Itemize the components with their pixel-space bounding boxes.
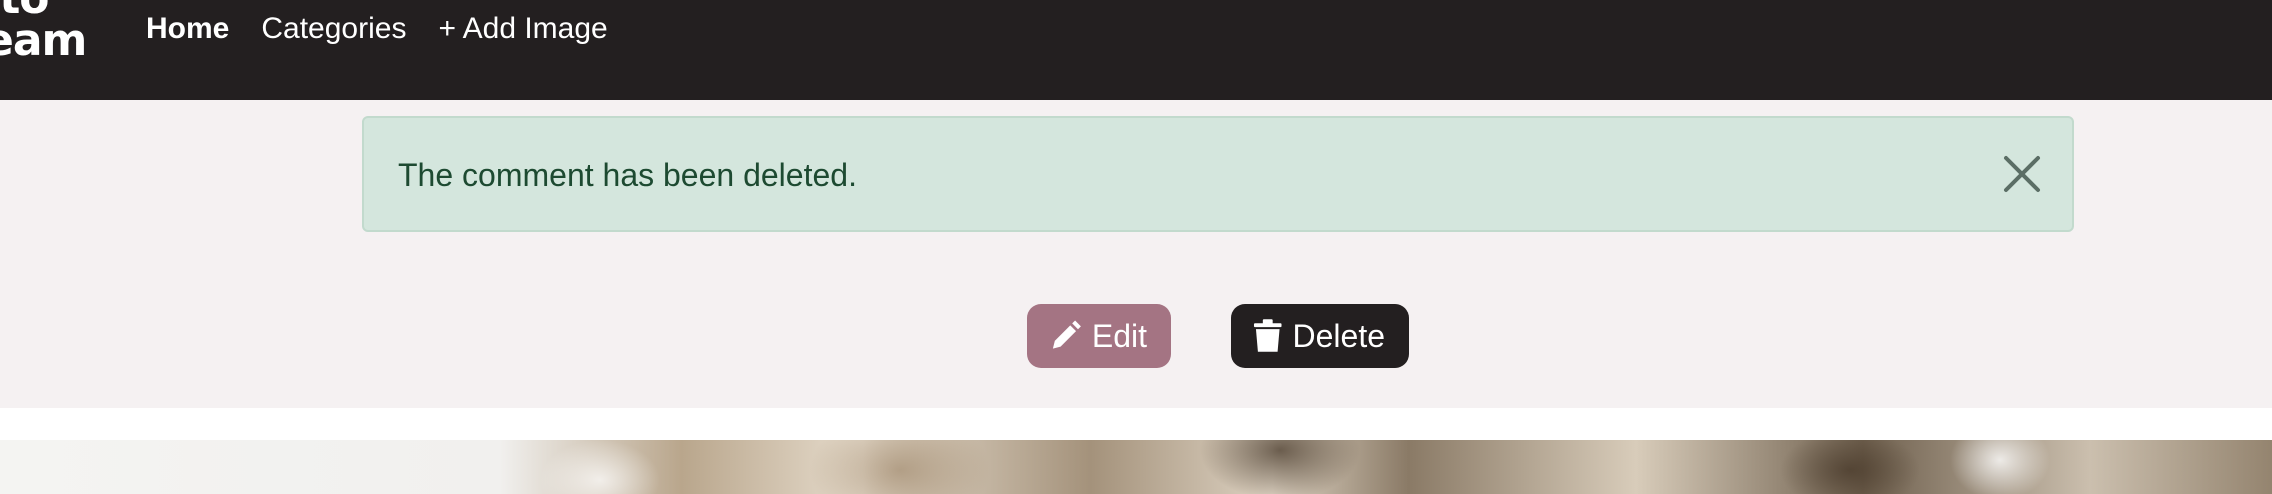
edit-button[interactable]: Edit <box>1027 304 1171 368</box>
alert-message: The comment has been deleted. <box>398 157 857 193</box>
delete-button[interactable]: Delete <box>1231 304 1409 368</box>
pencil-icon <box>1052 320 1081 349</box>
nav-link-home[interactable]: Home <box>146 8 229 50</box>
post-image <box>0 440 2272 494</box>
nav-link-add-image[interactable]: + Add Image <box>438 8 607 50</box>
nav-link-categories[interactable]: Categories <box>261 8 406 50</box>
logo-line-2: eam <box>0 15 87 66</box>
delete-button-label: Delete <box>1292 317 1386 354</box>
success-alert: The comment has been deleted. <box>362 116 2074 232</box>
close-icon[interactable] <box>2002 154 2042 194</box>
top-navbar: oto eam Home Categories + Add Image <box>0 0 2272 100</box>
trash-icon <box>1253 319 1282 352</box>
site-logo[interactable]: oto eam <box>0 0 87 66</box>
edit-button-label: Edit <box>1091 317 1147 354</box>
main-nav: Home Categories + Add Image <box>146 8 640 50</box>
